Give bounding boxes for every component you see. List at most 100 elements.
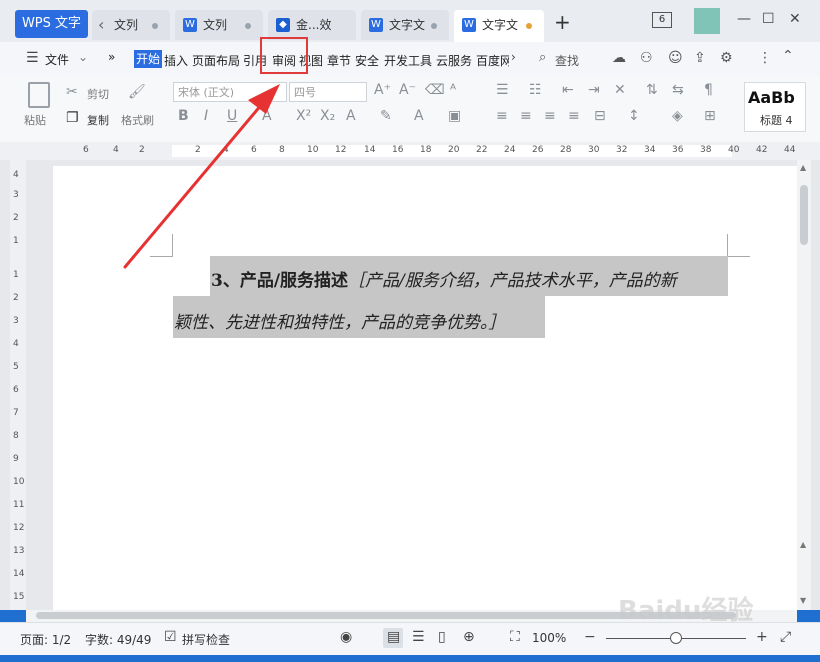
grow-font-icon[interactable]: A⁺ [374, 82, 391, 98]
file-menu[interactable]: 文件 [45, 51, 69, 68]
tab-doc-1[interactable]: ‹ 文列 [92, 10, 170, 40]
copy-icon[interactable]: ❐ [66, 110, 79, 126]
italic-icon[interactable]: I [204, 108, 208, 124]
strikethrough-icon[interactable]: A [262, 108, 272, 124]
close-icon[interactable]: ✕ [789, 11, 801, 27]
cloud-sync-icon[interactable]: ☁ [612, 50, 626, 66]
menu-page-layout[interactable]: 页面布局 [192, 52, 240, 69]
text-effect-icon[interactable]: A [346, 108, 356, 124]
page-count[interactable]: 页面: 1/2 [20, 631, 71, 648]
zoom-in-icon[interactable]: + [756, 629, 768, 645]
fullscreen-icon[interactable]: ⤢ [780, 629, 791, 645]
style-preview: AaBb [748, 88, 795, 107]
document-line-2[interactable]: 颖性、先进性和独特性，产品的竞争优势。］ [174, 308, 506, 333]
line-spacing-icon[interactable]: ↕ [628, 108, 640, 124]
description-text-2: 颖性、先进性和独特性，产品的竞争优势。］ [174, 313, 506, 333]
tab-count-badge[interactable]: 6 [652, 12, 672, 28]
scroll-up-icon[interactable]: ▲ [800, 163, 806, 172]
numbered-list-icon[interactable]: ☷ [529, 82, 542, 98]
font-size-select[interactable]: 四号 [289, 82, 367, 102]
menu-baidu[interactable]: 百度网 [476, 52, 509, 69]
superscript-icon[interactable]: X² [296, 108, 311, 124]
align-right-icon[interactable]: ≡ [544, 108, 556, 124]
phonetic-icon[interactable]: ᴬ [450, 82, 456, 98]
document-page[interactable] [53, 166, 797, 610]
tab-doc-2[interactable]: W 文列 [175, 10, 263, 40]
web-view-icon[interactable]: ⊕ [463, 629, 475, 645]
tab-doc-4[interactable]: W 文字文 [361, 10, 449, 40]
char-border-icon[interactable]: ▣ [448, 108, 461, 124]
scissors-icon[interactable]: ✂ [66, 84, 78, 100]
scroll-up-small-icon[interactable]: ▲ [800, 540, 806, 549]
chevron-down-icon[interactable]: ⌄ [78, 50, 88, 64]
more-menu-icon[interactable]: » [108, 50, 115, 64]
menu-security[interactable]: 安全 [355, 52, 379, 69]
clipboard-icon[interactable] [28, 82, 50, 108]
subscript-icon[interactable]: X₂ [320, 108, 335, 124]
search-button[interactable]: 查找 [555, 52, 579, 69]
fit-page-icon[interactable]: ⛶ [510, 629, 520, 645]
paste-button[interactable]: 粘贴 [24, 112, 46, 128]
export-icon[interactable]: ⇪ [694, 50, 706, 66]
font-name-select[interactable]: 宋体 (正文) [173, 82, 287, 102]
collapse-ribbon-icon[interactable]: ⌃ [782, 48, 794, 64]
copy-button[interactable]: 复制 [87, 112, 109, 128]
tab-doc-5-active[interactable]: W 文字文 [454, 10, 544, 42]
shrink-font-icon[interactable]: A⁻ [399, 82, 416, 98]
font-color-icon[interactable]: A [414, 108, 424, 124]
search-icon[interactable]: ⌕ [539, 50, 546, 65]
format-painter-button[interactable]: 格式刷 [121, 112, 154, 128]
avatar[interactable] [694, 8, 720, 34]
sort-icon[interactable]: ⇅ [646, 82, 658, 98]
highlight-icon[interactable]: ✎ [380, 108, 392, 124]
increase-indent-icon[interactable]: ⇥ [588, 82, 600, 98]
outline-view-icon[interactable]: ☰ [412, 629, 425, 645]
chevron-right-icon[interactable]: › [511, 50, 516, 64]
underline-icon[interactable]: U [227, 108, 237, 124]
reading-view-icon[interactable]: ▯ [438, 629, 446, 645]
new-tab-button[interactable]: + [554, 10, 571, 34]
spellcheck-button[interactable]: 拼写检查 [182, 631, 230, 648]
vertical-scroll-thumb[interactable] [800, 185, 808, 245]
more-options-icon[interactable]: ⋮ [758, 50, 772, 66]
zoom-slider-handle[interactable] [670, 632, 682, 644]
zoom-out-icon[interactable]: − [584, 629, 596, 645]
scroll-down-icon[interactable]: ▼ [800, 596, 806, 605]
bold-icon[interactable]: B [178, 108, 189, 124]
cut-button[interactable]: 剪切 [87, 86, 109, 102]
word-count[interactable]: 字数: 49/49 [85, 631, 151, 648]
gear-icon[interactable]: ⚙ [720, 50, 733, 66]
menu-insert[interactable]: 插入 [164, 52, 188, 69]
eraser-icon[interactable]: ⌫ [425, 82, 445, 98]
menu-developer[interactable]: 开发工具 [384, 52, 432, 69]
menu-chapter[interactable]: 章节 [327, 52, 351, 69]
brush-icon[interactable]: 🖌 [128, 84, 146, 100]
minimize-icon[interactable]: — [737, 11, 751, 27]
menu-cloud[interactable]: 云服务 [436, 52, 472, 69]
align-left-icon[interactable]: ≡ [496, 108, 508, 124]
align-center-icon[interactable]: ≡ [520, 108, 532, 124]
app-menu-button[interactable]: WPS 文字 [15, 10, 88, 38]
distributed-icon[interactable]: ⊟ [594, 108, 606, 124]
menu-home[interactable]: 开始 [134, 50, 163, 68]
bullet-list-icon[interactable]: ☰ [496, 82, 509, 98]
maximize-icon[interactable]: ☐ [762, 11, 775, 27]
show-marks-icon[interactable]: ¶ [704, 82, 713, 98]
ruler-tick-label: 14 [364, 145, 376, 155]
vertical-ruler-tick-label: 7 [13, 408, 19, 418]
eye-protection-icon[interactable]: ◉ [340, 629, 352, 645]
share-user-icon[interactable]: ⚇ [640, 50, 653, 66]
justify-icon[interactable]: ≡ [568, 108, 580, 124]
zoom-level[interactable]: 100% [532, 631, 566, 645]
text-direction-icon[interactable]: ⇆ [672, 82, 684, 98]
shading-icon[interactable]: ◈ [672, 108, 683, 124]
decrease-indent-icon[interactable]: ⇤ [562, 82, 574, 98]
tab-doc-3[interactable]: ◆ 金...效 [268, 10, 356, 40]
spellcheck-icon[interactable]: ☑ [164, 629, 177, 645]
document-line-1[interactable]: 3、产品/服务描述［产品/服务介绍，产品技术水平，产品的新 [211, 266, 677, 291]
hamburger-icon[interactable]: ☰ [26, 50, 39, 66]
chinese-layout-icon[interactable]: ✕ [614, 82, 626, 98]
border-icon[interactable]: ⊞ [704, 108, 716, 124]
page-view-icon[interactable]: ▤ [387, 629, 400, 645]
comment-icon[interactable]: ☺ [668, 50, 683, 66]
